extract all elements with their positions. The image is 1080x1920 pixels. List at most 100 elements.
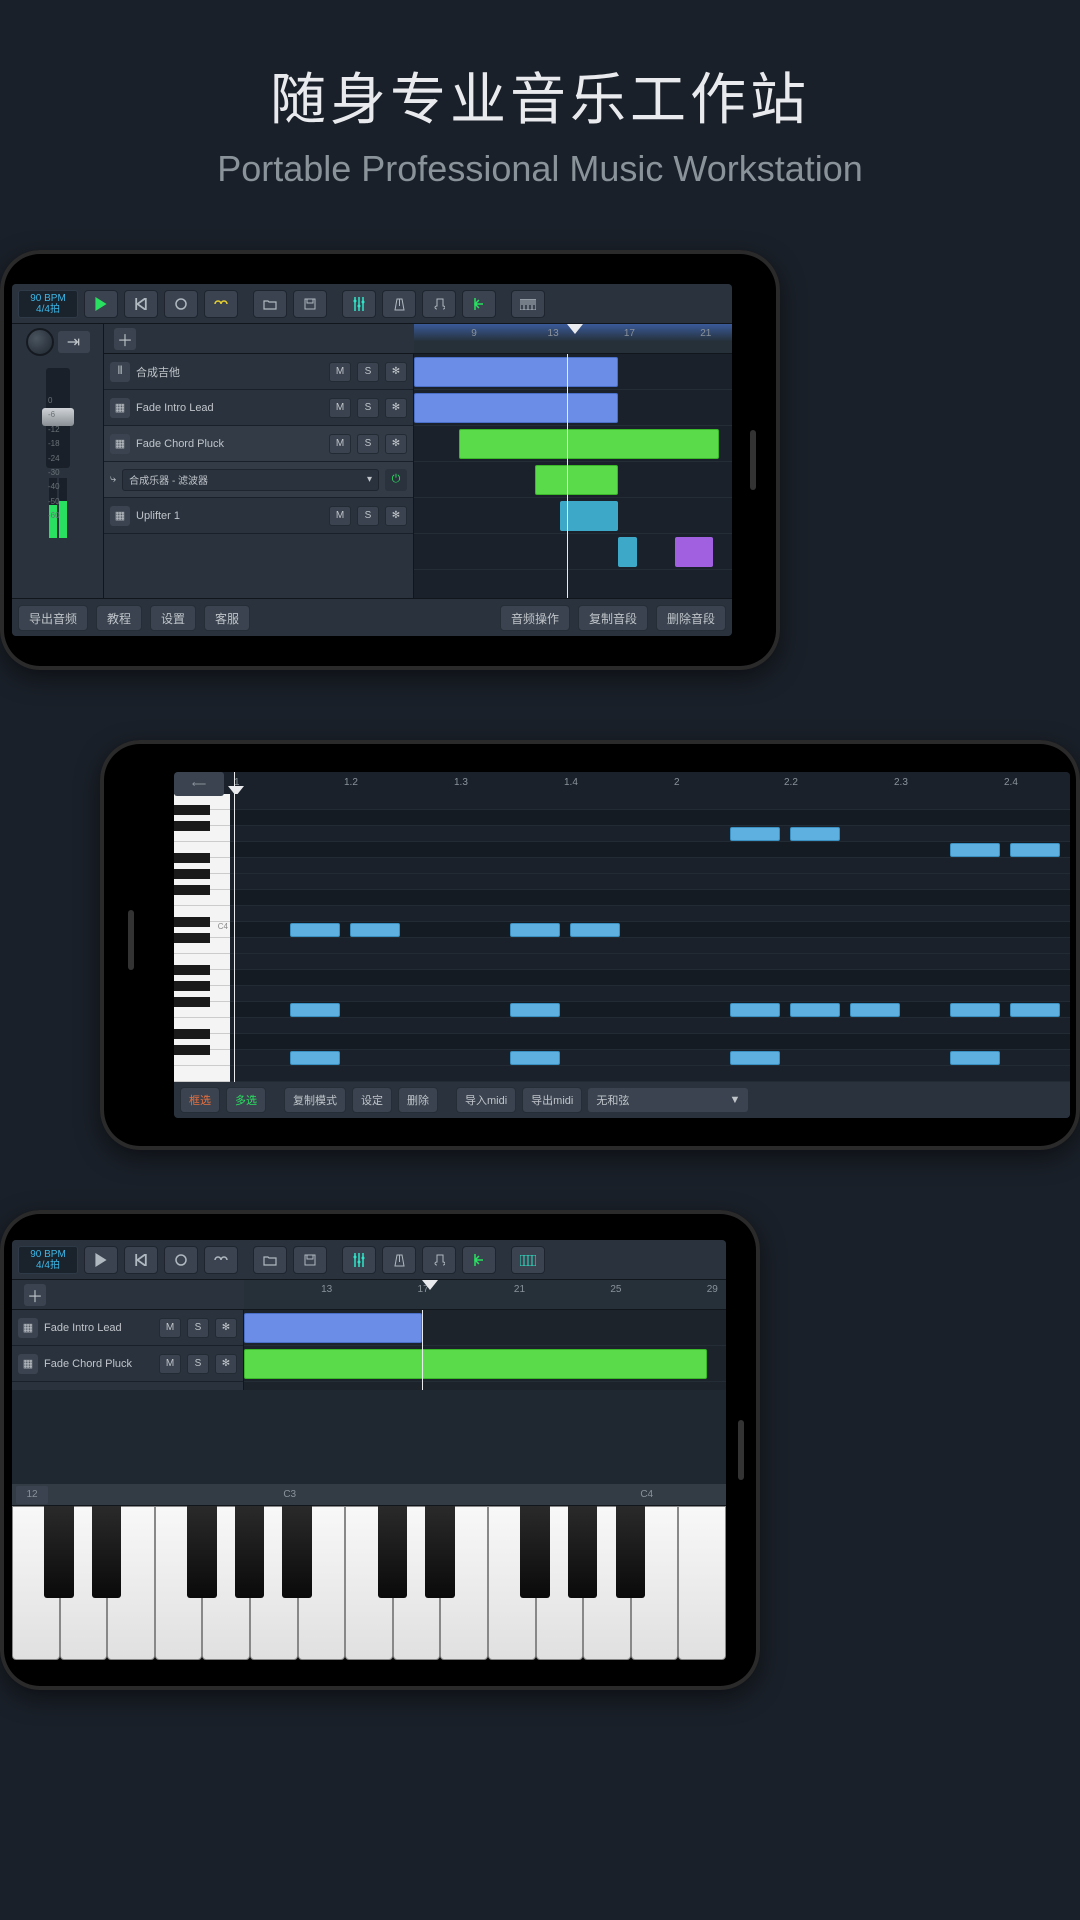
midi-note[interactable]	[350, 923, 400, 937]
power-button[interactable]: ⏻	[385, 469, 407, 491]
black-key[interactable]	[92, 1506, 122, 1598]
mute-button[interactable]: M	[159, 1354, 181, 1374]
copy-clip-button[interactable]: 复制音段	[578, 605, 648, 631]
tempo-button[interactable]: 90 BPM 4/4拍	[18, 290, 78, 318]
timeline-ruler[interactable]: 13 17 21 25 29	[244, 1280, 726, 1310]
tempo-button[interactable]: 90 BPM 4/4拍	[18, 1246, 78, 1274]
save-button[interactable]	[293, 290, 327, 318]
black-key[interactable]	[44, 1506, 74, 1598]
import-midi-button[interactable]: 导入midi	[456, 1087, 516, 1113]
mute-button[interactable]: M	[329, 362, 351, 382]
mixer-button[interactable]	[342, 290, 376, 318]
expand-button[interactable]: ⇥	[58, 331, 90, 353]
midi-note[interactable]	[790, 827, 840, 841]
loop-button[interactable]	[204, 1246, 238, 1274]
notes-button[interactable]	[422, 1246, 456, 1274]
track-header[interactable]: ▦ Fade Intro Lead M S ✻	[104, 390, 413, 426]
midi-note[interactable]	[730, 827, 780, 841]
solo-button[interactable]: S	[357, 362, 379, 382]
midi-note[interactable]	[510, 923, 560, 937]
playhead-icon[interactable]	[422, 1280, 438, 1290]
solo-button[interactable]: S	[357, 434, 379, 454]
midi-note[interactable]	[950, 843, 1000, 857]
folder-button[interactable]	[253, 1246, 287, 1274]
settings-button[interactable]: ✻	[215, 1318, 237, 1338]
piano-button[interactable]	[511, 290, 545, 318]
midi-note[interactable]	[290, 1051, 340, 1065]
midi-note[interactable]	[950, 1051, 1000, 1065]
record-button[interactable]	[164, 1246, 198, 1274]
snap-button[interactable]	[462, 290, 496, 318]
black-key[interactable]	[568, 1506, 598, 1598]
black-key[interactable]	[187, 1506, 217, 1598]
timeline-ruler[interactable]: 9 13 17 21	[414, 324, 732, 354]
black-key[interactable]	[425, 1506, 455, 1598]
multi-select-button[interactable]: 多选	[226, 1087, 266, 1113]
notes-button[interactable]	[422, 290, 456, 318]
black-key[interactable]	[520, 1506, 550, 1598]
octave-number[interactable]: 12	[16, 1486, 48, 1504]
settings-button[interactable]: ✻	[385, 398, 407, 418]
synth-select[interactable]: 合成乐器 - 滤波器▾	[122, 469, 379, 491]
play-button[interactable]	[84, 1246, 118, 1274]
midi-note[interactable]	[950, 1003, 1000, 1017]
black-key[interactable]	[235, 1506, 265, 1598]
clip-area[interactable]	[414, 354, 732, 598]
settings-button[interactable]: ✻	[385, 362, 407, 382]
settings-button[interactable]: 设置	[150, 605, 196, 631]
track-header[interactable]: ▦ Uplifter 1 M S ✻	[104, 498, 413, 534]
mute-button[interactable]: M	[329, 506, 351, 526]
midi-note[interactable]	[290, 1003, 340, 1017]
track-header[interactable]: ▦ Fade Chord Pluck M S ✻	[104, 426, 413, 462]
pianoroll-ruler[interactable]: ⟵ 1 1.2 1.3 1.4 2 2.2 2.3 2.4	[174, 772, 1070, 794]
metronome-button[interactable]	[382, 1246, 416, 1274]
mute-button[interactable]: M	[329, 398, 351, 418]
support-button[interactable]: 客服	[204, 605, 250, 631]
folder-button[interactable]	[253, 290, 287, 318]
mixer-button[interactable]	[342, 1246, 376, 1274]
black-key[interactable]	[282, 1506, 312, 1598]
delete-button[interactable]: 删除	[398, 1087, 438, 1113]
midi-note[interactable]	[1010, 1003, 1060, 1017]
black-key[interactable]	[616, 1506, 646, 1598]
track-header[interactable]: ⫴ 合成吉他 M S ✻	[104, 354, 413, 390]
midi-note[interactable]	[730, 1003, 780, 1017]
pan-knob[interactable]	[26, 328, 54, 356]
midi-note[interactable]	[730, 1051, 780, 1065]
settings-button[interactable]: 设定	[352, 1087, 392, 1113]
metronome-button[interactable]	[382, 290, 416, 318]
settings-button[interactable]: ✻	[385, 506, 407, 526]
settings-button[interactable]: ✻	[215, 1354, 237, 1374]
note-grid[interactable]	[230, 794, 1070, 1082]
box-select-button[interactable]: 框选	[180, 1087, 220, 1113]
rewind-button[interactable]	[124, 290, 158, 318]
export-audio-button[interactable]: 导出音频	[18, 605, 88, 631]
track-header[interactable]: ▦ Fade Intro Lead M S ✻	[12, 1310, 243, 1346]
chord-select[interactable]: 无和弦▼	[588, 1088, 748, 1112]
midi-note[interactable]	[1010, 843, 1060, 857]
white-key[interactable]	[678, 1506, 726, 1660]
playhead-icon[interactable]	[567, 324, 583, 334]
mute-button[interactable]: M	[329, 434, 351, 454]
solo-button[interactable]: S	[187, 1354, 209, 1374]
settings-button[interactable]: ✻	[385, 434, 407, 454]
track-header[interactable]: ▦ Fade Chord Pluck M S ✻	[12, 1346, 243, 1382]
play-button[interactable]	[84, 290, 118, 318]
snap-button[interactable]	[462, 1246, 496, 1274]
rewind-button[interactable]	[124, 1246, 158, 1274]
midi-note[interactable]	[790, 1003, 840, 1017]
midi-note[interactable]	[510, 1051, 560, 1065]
midi-note[interactable]	[510, 1003, 560, 1017]
add-track-button[interactable]: ＋	[114, 328, 136, 350]
export-midi-button[interactable]: 导出midi	[522, 1087, 582, 1113]
black-key[interactable]	[378, 1506, 408, 1598]
piano-keys[interactable]: C4	[174, 794, 230, 1082]
solo-button[interactable]: S	[357, 506, 379, 526]
piano-keyboard[interactable]	[12, 1506, 726, 1660]
delete-clip-button[interactable]: 删除音段	[656, 605, 726, 631]
midi-note[interactable]	[290, 923, 340, 937]
save-button[interactable]	[293, 1246, 327, 1274]
midi-note[interactable]	[570, 923, 620, 937]
mute-button[interactable]: M	[159, 1318, 181, 1338]
midi-note[interactable]	[850, 1003, 900, 1017]
